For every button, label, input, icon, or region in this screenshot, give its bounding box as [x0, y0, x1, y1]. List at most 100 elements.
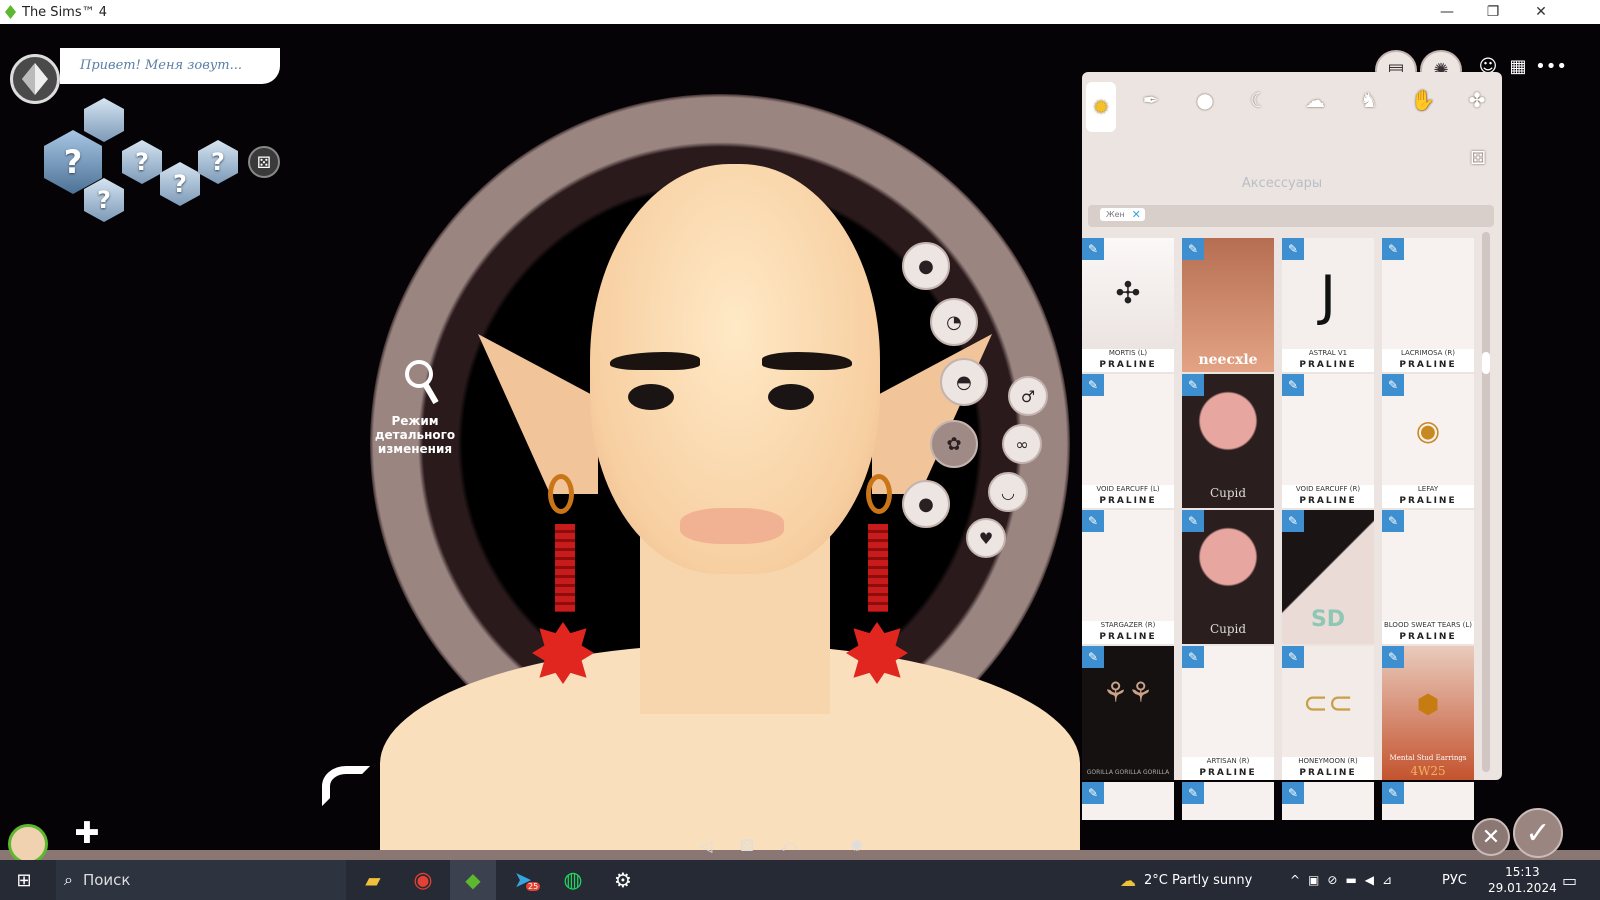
- telegram-badge: 25: [526, 882, 541, 891]
- item-card[interactable]: ⊂⊂ ✎ HONEYMOON (R) PRALINE: [1282, 646, 1374, 780]
- necklace-button[interactable]: ◡: [988, 472, 1028, 512]
- sim-left-eye: [628, 384, 674, 410]
- item-card[interactable]: ✎ VOID EARCUFF (R) PRALINE: [1282, 374, 1374, 508]
- item-card[interactable]: ✎: [1082, 782, 1174, 820]
- remove-filter-icon[interactable]: ✕: [1132, 208, 1141, 221]
- start-button[interactable]: ⊞: [0, 860, 48, 900]
- tab-weather[interactable]: ☁: [1292, 82, 1338, 118]
- filter-chip[interactable]: Жен ✕: [1100, 208, 1145, 221]
- bulb-icon[interactable]: ✺: [850, 836, 863, 855]
- scrollbar-thumb[interactable]: [1482, 352, 1490, 374]
- hair-button[interactable]: ◔: [930, 298, 978, 346]
- wrench-icon: ✎: [1282, 646, 1304, 668]
- language-indicator[interactable]: РУС: [1442, 860, 1467, 900]
- taskbar-settings[interactable]: ⚙: [600, 860, 646, 900]
- sim-lips: [680, 508, 784, 544]
- restore-button[interactable]: ❐: [1470, 0, 1516, 24]
- taskbar-chrome[interactable]: ◉: [400, 860, 446, 900]
- wrench-icon: ✎: [1282, 782, 1304, 804]
- wrench-icon: ✎: [1282, 238, 1304, 260]
- tab-accessories-selected[interactable]: ✹: [1086, 82, 1116, 132]
- taskbar-explorer[interactable]: ▰: [350, 860, 396, 900]
- randomize-outfit-button[interactable]: ⚄: [1460, 144, 1496, 172]
- hat-button[interactable]: ◓: [940, 358, 988, 406]
- head-button[interactable]: ●: [902, 242, 950, 290]
- item-card[interactable]: ✎ VOID EARCUFF (L) PRALINE: [1082, 374, 1174, 508]
- window-title: The Sims™ 4: [22, 4, 108, 20]
- weather-widget[interactable]: ☁ 2°C Partly sunny: [1120, 860, 1252, 900]
- undo-arrow-icon[interactable]: [322, 766, 370, 806]
- plumbob-icon: ◆: [465, 868, 481, 892]
- notes-button[interactable]: ▦: [1506, 54, 1530, 78]
- ball-icon: ●: [1196, 88, 1214, 112]
- traits-button[interactable]: ♥: [966, 518, 1006, 558]
- clock[interactable]: 15:13 29.01.2024: [1488, 860, 1557, 900]
- taskbar-sims[interactable]: ◆: [450, 860, 496, 900]
- check-icon: ✓: [1525, 815, 1551, 851]
- item-brand: PRALINE: [1382, 494, 1474, 508]
- sim-name-field[interactable]: Привет! Меня зовут...: [60, 48, 280, 84]
- add-sim-icon[interactable]: ✚: [62, 816, 112, 860]
- tab-ties[interactable]: ✒: [1128, 82, 1174, 118]
- item-label: LACRIMOSA (R): [1382, 349, 1474, 358]
- confirm-button[interactable]: ✓: [1513, 808, 1563, 858]
- item-label: VOID EARCUFF (L): [1082, 485, 1174, 494]
- item-card[interactable]: ✎: [1382, 782, 1474, 820]
- item-card[interactable]: ✎ LACRIMOSA (R) PRALINE: [1382, 238, 1474, 372]
- random-icon[interactable]: ⚄: [740, 836, 754, 855]
- taskbar-spotify[interactable]: ◍: [550, 860, 596, 900]
- item-card[interactable]: ⚘⚘ ✎ GORILLA GORILLA GORILLA: [1082, 646, 1174, 780]
- earrings-button[interactable]: ♂: [1008, 376, 1048, 416]
- item-label: Cupid: [1209, 486, 1247, 500]
- pose-icon[interactable]: ⤺: [780, 836, 797, 856]
- cap-icon: ◓: [956, 371, 972, 393]
- taskbar-search[interactable]: ⌕ Поиск: [56, 860, 346, 900]
- sim-left-brow: [610, 352, 700, 370]
- cancel-button[interactable]: ✕: [1472, 818, 1510, 856]
- item-card[interactable]: ✎: [1282, 782, 1374, 820]
- item-card[interactable]: ✣ ✎ MORTIS (L) PRALINE: [1082, 238, 1174, 372]
- wrench-icon: ✎: [1082, 646, 1104, 668]
- wrench-icon: ✎: [1082, 510, 1104, 532]
- tab-shoes[interactable]: ♞: [1346, 82, 1392, 118]
- tray-icons[interactable]: ^▣⊘▬◀⊿: [1290, 860, 1400, 900]
- notifications-button[interactable]: ▭: [1562, 860, 1577, 900]
- earring-icon: ✿: [946, 433, 962, 455]
- tab-gloves[interactable]: ✋: [1400, 82, 1446, 118]
- item-card[interactable]: ✎ BLOOD SWEAT TEARS (L) PRALINE: [1382, 510, 1474, 644]
- taskbar-telegram[interactable]: ➤ 25: [500, 860, 546, 900]
- item-label: neecxle: [1198, 352, 1258, 368]
- spotify-icon: ◍: [563, 867, 583, 893]
- item-card[interactable]: ✎ ARTISAN (R) PRALINE: [1182, 646, 1274, 780]
- household-slot[interactable]: ?: [198, 140, 238, 184]
- accessories-button[interactable]: ✿: [930, 420, 978, 468]
- more-options-button[interactable]: •••: [1535, 54, 1567, 78]
- close-button[interactable]: ✕: [1518, 0, 1564, 24]
- wrench-icon: ✎: [1182, 782, 1204, 804]
- tab-nightwear[interactable]: ☾: [1236, 82, 1282, 118]
- item-card[interactable]: J ✎ ASTRAL V1 PRALINE: [1282, 238, 1374, 372]
- item-card[interactable]: ⬢ ✎ Mental Stud Earrings 4W25: [1382, 646, 1474, 780]
- items-scrollbar[interactable]: [1482, 232, 1490, 772]
- item-card[interactable]: ◉ ✎ LEFAY PRALINE: [1382, 374, 1474, 508]
- item-card[interactable]: ✎: [1182, 782, 1274, 820]
- household-slot[interactable]: ?: [122, 140, 162, 184]
- face-button[interactable]: ●: [902, 480, 950, 528]
- tab-cc[interactable]: ✤: [1454, 82, 1500, 118]
- item-card[interactable]: ✎ neecxle: [1182, 238, 1274, 372]
- item-card[interactable]: ✎ STARGAZER (R) PRALINE: [1082, 510, 1174, 644]
- sim-avatar[interactable]: [8, 824, 48, 860]
- household-slot[interactable]: ?: [160, 162, 200, 206]
- item-card[interactable]: ✎ SD: [1282, 510, 1374, 644]
- item-label: Mental Stud Earrings: [1389, 754, 1467, 762]
- main-menu-button[interactable]: [10, 54, 60, 104]
- glasses-button[interactable]: ∞: [1002, 424, 1042, 464]
- item-card-selected[interactable]: ✎ Cupid: [1182, 374, 1274, 508]
- minimize-button[interactable]: —: [1424, 0, 1470, 24]
- item-card[interactable]: ✎ Cupid: [1182, 510, 1274, 644]
- shoe-icon: ♞: [1360, 88, 1378, 112]
- rotate-icon[interactable]: ◁: [700, 836, 712, 855]
- tab-tops[interactable]: ●: [1182, 82, 1228, 118]
- randomize-household-button[interactable]: ⚄: [248, 146, 280, 178]
- cloud-icon: ☁: [1305, 88, 1325, 112]
